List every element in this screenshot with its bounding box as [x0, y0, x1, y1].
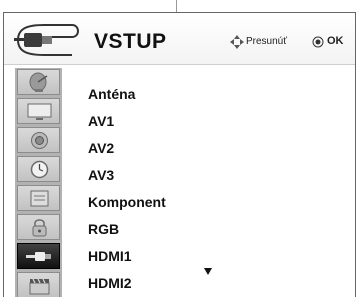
list-item-label: AV2: [88, 140, 115, 156]
input-plug-icon: [26, 252, 51, 261]
ok-button-icon: [312, 36, 324, 48]
sidebar-item-time[interactable]: [17, 156, 60, 182]
input-source-list: Anténa AV1 AV2 AV3 Komponent RGB HDMI1 H…: [62, 68, 355, 297]
settings-box-icon: [30, 190, 49, 207]
list-item-av1[interactable]: AV1: [62, 108, 355, 134]
tv-menu-screen: VSTUP Presunúť OK Anténa AV1 AV2 AV3 Kom…: [0, 0, 359, 297]
page-title: VSTUP: [94, 30, 167, 53]
list-item-av2[interactable]: AV2: [62, 135, 355, 161]
sidebar-item-picture[interactable]: [17, 98, 60, 124]
monitor-icon: [27, 103, 52, 120]
input-plug-icon: [14, 24, 79, 56]
list-item-hdmi1[interactable]: HDMI1: [62, 243, 355, 269]
film-clapper-icon: [29, 278, 50, 295]
satellite-dish-icon: [29, 72, 48, 92]
sidebar-item-audio[interactable]: [17, 127, 60, 153]
list-item-label: HDMI1: [88, 248, 132, 264]
sidebar-item-lock[interactable]: [17, 214, 60, 240]
list-item-label: Anténa: [88, 86, 136, 102]
list-item-label: RGB: [88, 221, 120, 237]
menu-header: VSTUP Presunúť OK: [4, 13, 355, 65]
list-item-label: AV1: [88, 113, 115, 129]
menu-category-sidebar: [15, 68, 62, 297]
scroll-down-arrow-icon[interactable]: [204, 268, 212, 275]
padlock-icon: [32, 219, 47, 237]
top-divider: [176, 0, 177, 12]
sidebar-item-usb[interactable]: [17, 272, 60, 297]
hint-move-label: Presunúť: [246, 36, 287, 47]
sidebar-item-input[interactable]: [17, 243, 60, 269]
list-item-label: Komponent: [88, 194, 166, 210]
hint-ok-label: OK: [327, 35, 344, 47]
list-item-component[interactable]: Komponent: [62, 189, 355, 215]
list-item-rgb[interactable]: RGB: [62, 216, 355, 242]
move-arrows-icon: [230, 35, 244, 49]
list-item-label: AV3: [88, 167, 115, 183]
list-item-av3[interactable]: AV3: [62, 162, 355, 188]
list-item-label: HDMI2: [88, 275, 132, 291]
sidebar-item-channel[interactable]: [17, 69, 60, 95]
sidebar-item-option[interactable]: [17, 185, 60, 211]
speaker-icon: [31, 132, 48, 149]
input-menu-window: VSTUP Presunúť OK Anténa AV1 AV2 AV3 Kom…: [3, 12, 356, 297]
clock-icon: [30, 160, 49, 179]
list-item-antenna[interactable]: Anténa: [62, 81, 355, 107]
